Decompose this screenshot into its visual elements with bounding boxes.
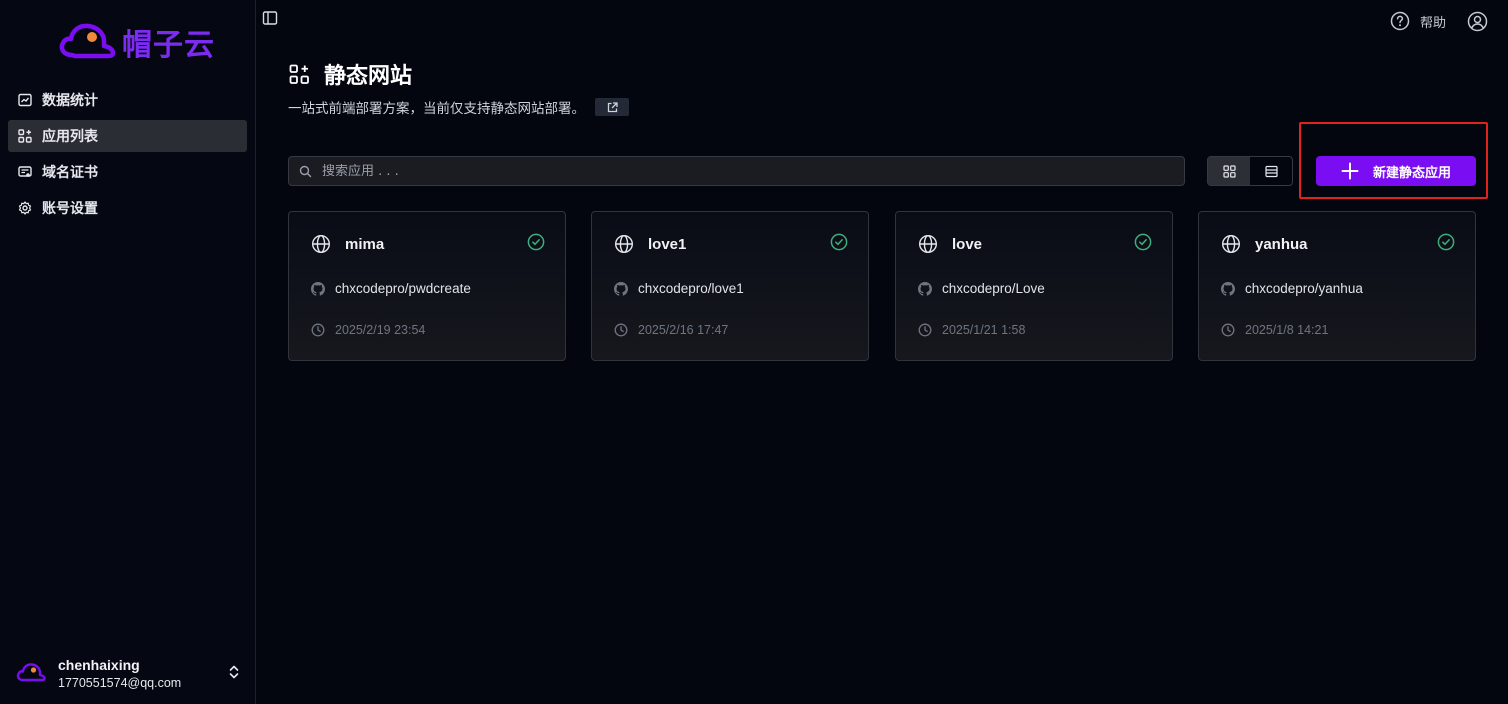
new-static-app-button[interactable]: 新建静态应用 — [1316, 156, 1476, 186]
clock-icon — [918, 323, 932, 337]
github-icon — [614, 281, 628, 296]
external-link-button[interactable] — [595, 98, 629, 116]
chart-icon — [18, 93, 32, 107]
github-icon — [1221, 281, 1235, 296]
account-button[interactable] — [1467, 11, 1488, 32]
help-button[interactable]: 帮助 — [1390, 11, 1446, 31]
plus-icon — [1341, 162, 1359, 180]
user-circle-icon — [1467, 11, 1488, 32]
list-view-button[interactable] — [1250, 157, 1292, 185]
github-icon — [918, 281, 932, 296]
sidebar-item-settings[interactable]: 账号设置 — [8, 192, 247, 224]
search-icon — [299, 165, 312, 177]
sidebar-item-apps[interactable]: 应用列表 — [8, 120, 247, 152]
page-header: 静态网站 — [289, 58, 412, 90]
app-name: mima — [345, 235, 385, 253]
globe-icon — [311, 234, 331, 254]
search-input[interactable] — [322, 163, 1162, 179]
app-name: love1 — [648, 235, 687, 253]
view-toggle — [1207, 156, 1293, 186]
app-time-row: 2025/1/21 1:58 — [918, 323, 1025, 337]
app-name: love — [952, 235, 983, 253]
app-updated-time: 2025/1/21 1:58 — [942, 323, 1026, 337]
gear-icon — [18, 201, 32, 215]
app-repo-row: chxcodepro/love1 — [614, 281, 744, 296]
globe-icon — [1221, 234, 1241, 254]
clock-icon — [311, 323, 325, 337]
clock-icon — [1221, 323, 1235, 337]
apps-icon — [289, 64, 309, 84]
certificate-icon — [18, 165, 32, 179]
page-title: 静态网站 — [324, 64, 413, 89]
grid-view-button[interactable] — [1208, 157, 1250, 185]
app-time-row: 2025/1/8 14:21 — [1221, 323, 1328, 337]
sidebar-toggle-button[interactable] — [262, 10, 278, 26]
chevron-updown-icon — [228, 664, 240, 685]
grid-icon — [1222, 164, 1236, 178]
search-box[interactable] — [288, 156, 1185, 186]
apps-icon — [18, 129, 32, 143]
app-card[interactable]: love1 chxcodepro/love1 2025/2/16 17:47 — [591, 211, 869, 361]
sidebar-toggle-icon — [262, 11, 278, 25]
app-name: yanhua — [1255, 235, 1308, 253]
check-circle-icon — [830, 233, 848, 256]
app-updated-time: 2025/2/16 17:47 — [638, 323, 729, 337]
app-repo-row: chxcodepro/yanhua — [1221, 281, 1363, 296]
app-time-row: 2025/2/19 23:54 — [311, 323, 425, 337]
app-card-header: love — [918, 234, 982, 254]
globe-icon — [918, 234, 938, 254]
app-updated-time: 2025/2/19 23:54 — [335, 323, 426, 337]
app-card[interactable]: mima chxcodepro/pwdcreate 2025/2/19 23:5… — [288, 211, 566, 361]
app-repo[interactable]: chxcodepro/yanhua — [1245, 281, 1363, 296]
logo-text: 帽子云 — [122, 28, 215, 63]
app-card-header: mima — [311, 234, 384, 254]
sidebar-item-domains[interactable]: 域名证书 — [8, 156, 247, 188]
clock-icon — [614, 323, 628, 337]
sidebar-item-label: 应用列表 — [42, 129, 98, 145]
app-card-header: love1 — [614, 234, 686, 254]
app-repo[interactable]: chxcodepro/love1 — [638, 281, 744, 296]
app-repo-row: chxcodepro/Love — [918, 281, 1045, 296]
new-button-label: 新建静态应用 — [1373, 165, 1452, 181]
globe-icon — [614, 234, 634, 254]
app-repo[interactable]: chxcodepro/pwdcreate — [335, 281, 471, 296]
app-logo[interactable]: 帽子云 — [58, 20, 215, 64]
check-circle-icon — [527, 233, 545, 256]
app-time-row: 2025/2/16 17:47 — [614, 323, 728, 337]
page-subtitle: 一站式前端部署方案，当前仅支持静态网站部署。 — [288, 101, 585, 117]
user-menu[interactable]: chenhaixing 1770551574@qq.com — [16, 654, 246, 692]
sidebar: 帽子云 数据统计 应用列表 域名证书 账号设置 chenhaixing 1770… — [0, 0, 256, 704]
avatar — [16, 663, 46, 682]
sidebar-item-label: 账号设置 — [42, 201, 98, 217]
sidebar-item-stats[interactable]: 数据统计 — [8, 84, 247, 116]
page-subtitle-row: 一站式前端部署方案，当前仅支持静态网站部署。 — [288, 97, 629, 117]
app-repo-row: chxcodepro/pwdcreate — [311, 281, 471, 296]
list-icon — [1264, 165, 1278, 177]
help-icon — [1390, 11, 1410, 31]
sidebar-item-label: 数据统计 — [42, 93, 98, 109]
help-label: 帮助 — [1420, 15, 1447, 31]
app-card-header: yanhua — [1221, 234, 1308, 254]
sidebar-item-label: 域名证书 — [42, 165, 98, 181]
check-circle-icon — [1437, 233, 1455, 256]
app-card[interactable]: yanhua chxcodepro/yanhua 2025/1/8 14:21 — [1198, 211, 1476, 361]
user-name: chenhaixing — [58, 656, 140, 673]
external-link-icon — [607, 101, 618, 112]
app-updated-time: 2025/1/8 14:21 — [1245, 323, 1329, 337]
cloud-logo-icon — [59, 23, 116, 59]
app-card[interactable]: love chxcodepro/Love 2025/1/21 1:58 — [895, 211, 1173, 361]
app-repo[interactable]: chxcodepro/Love — [942, 281, 1045, 296]
check-circle-icon — [1134, 233, 1152, 256]
user-email: 1770551574@qq.com — [58, 675, 182, 690]
github-icon — [311, 281, 325, 296]
sidebar-nav: 数据统计 应用列表 域名证书 账号设置 — [8, 84, 247, 228]
